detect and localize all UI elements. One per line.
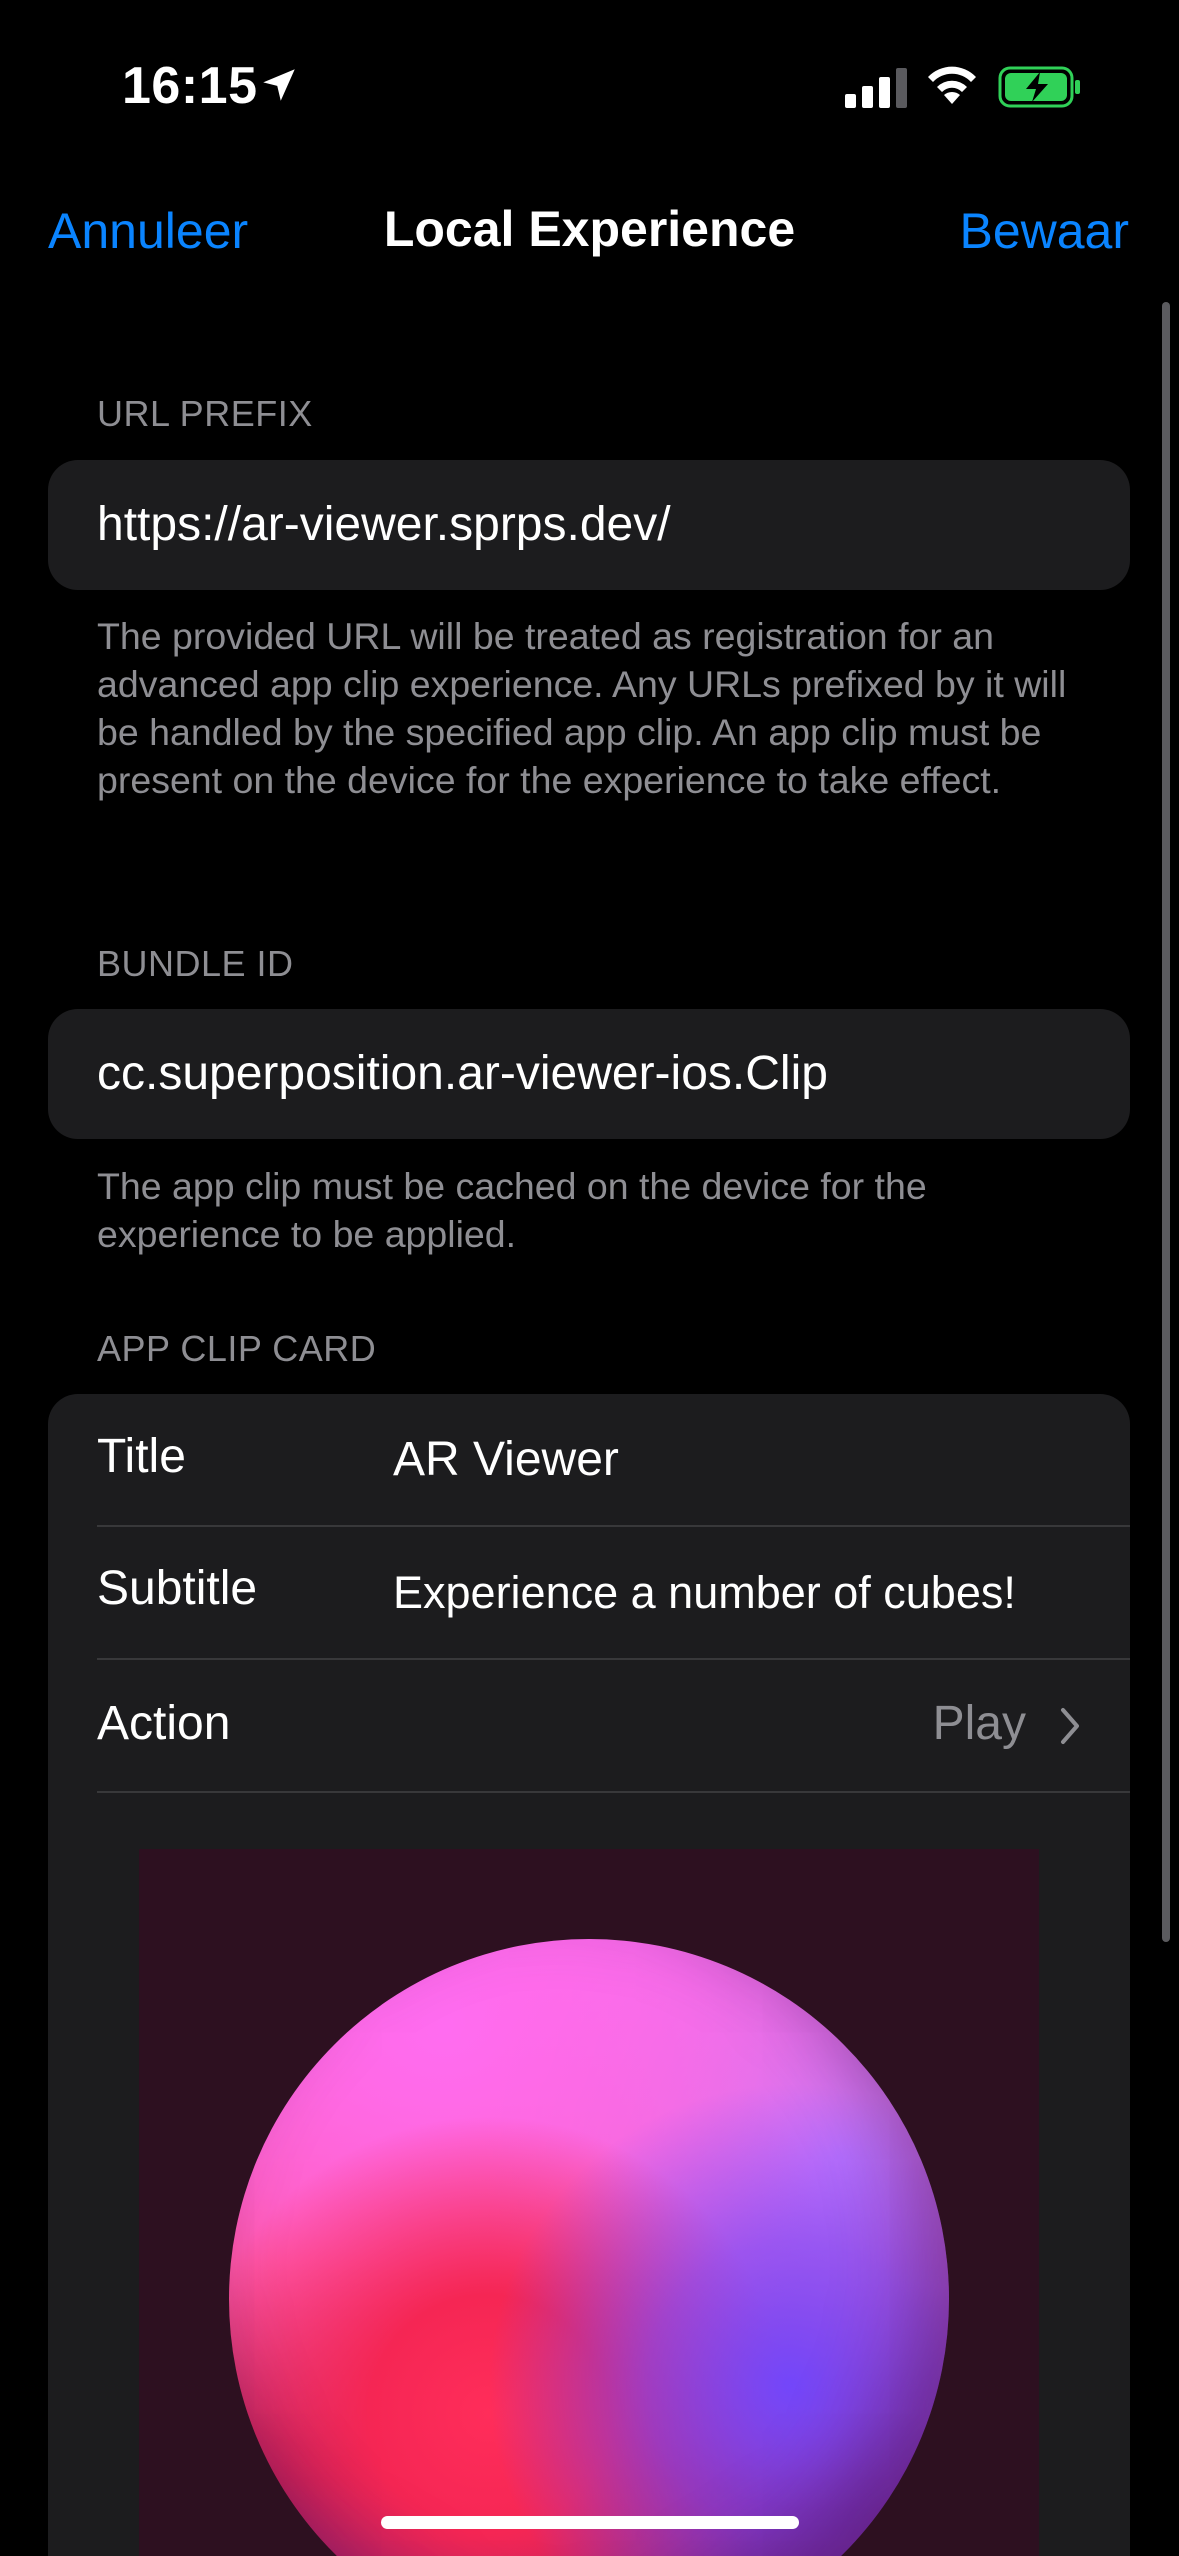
cellular-signal-icon xyxy=(845,68,907,108)
chevron-right-icon xyxy=(1061,1708,1079,1744)
app-clip-card-image[interactable] xyxy=(139,1849,1039,2556)
status-bar: 16:15 xyxy=(0,0,1179,170)
action-row[interactable]: Action Play xyxy=(48,1660,1130,1793)
title-row-value[interactable]: AR Viewer xyxy=(393,1432,619,1487)
bundle-id-field[interactable]: cc.superposition.ar-viewer-ios.Clip xyxy=(48,1009,1130,1139)
save-button[interactable]: Bewaar xyxy=(959,202,1129,260)
vertical-scrollbar[interactable] xyxy=(1162,302,1170,1942)
sphere-artwork xyxy=(229,1939,949,2556)
local-experience-screen: 16:15 Annuleer Local Experience Bewaar U… xyxy=(0,0,1179,2556)
action-row-label: Action xyxy=(97,1697,231,1750)
wifi-icon xyxy=(928,66,976,104)
row-divider xyxy=(97,1791,1130,1793)
url-prefix-footer: The provided URL will be treated as regi… xyxy=(97,615,1067,801)
bundle-id-header: BUNDLE ID xyxy=(97,943,294,984)
subtitle-row-label: Subtitle xyxy=(97,1562,258,1615)
location-arrow-icon xyxy=(263,69,295,101)
app-clip-card-group: Title AR Viewer Subtitle Experience a nu… xyxy=(48,1394,1130,2556)
title-row-label: Title xyxy=(97,1430,186,1483)
title-row[interactable]: Title AR Viewer xyxy=(48,1394,1130,1527)
home-indicator[interactable] xyxy=(381,2516,799,2529)
url-prefix-input[interactable]: https://ar-viewer.sprps.dev/ xyxy=(97,460,1097,590)
bundle-id-footer: The app clip must be cached on the devic… xyxy=(97,1165,927,1255)
navigation-bar: Annuleer Local Experience Bewaar xyxy=(0,170,1179,290)
subtitle-row-value[interactable]: Experience a number of cubes! xyxy=(393,1567,1016,1619)
battery-charging-icon xyxy=(998,66,1080,108)
status-time: 16:15 xyxy=(122,57,258,115)
subtitle-row[interactable]: Subtitle Experience a number of cubes! xyxy=(48,1527,1130,1660)
app-clip-card-header: APP CLIP CARD xyxy=(97,1328,377,1369)
url-prefix-header: URL PREFIX xyxy=(97,393,313,434)
url-prefix-field[interactable]: https://ar-viewer.sprps.dev/ xyxy=(48,460,1130,590)
action-row-value: Play xyxy=(932,1697,1026,1750)
bundle-id-input[interactable]: cc.superposition.ar-viewer-ios.Clip xyxy=(97,1009,1097,1139)
